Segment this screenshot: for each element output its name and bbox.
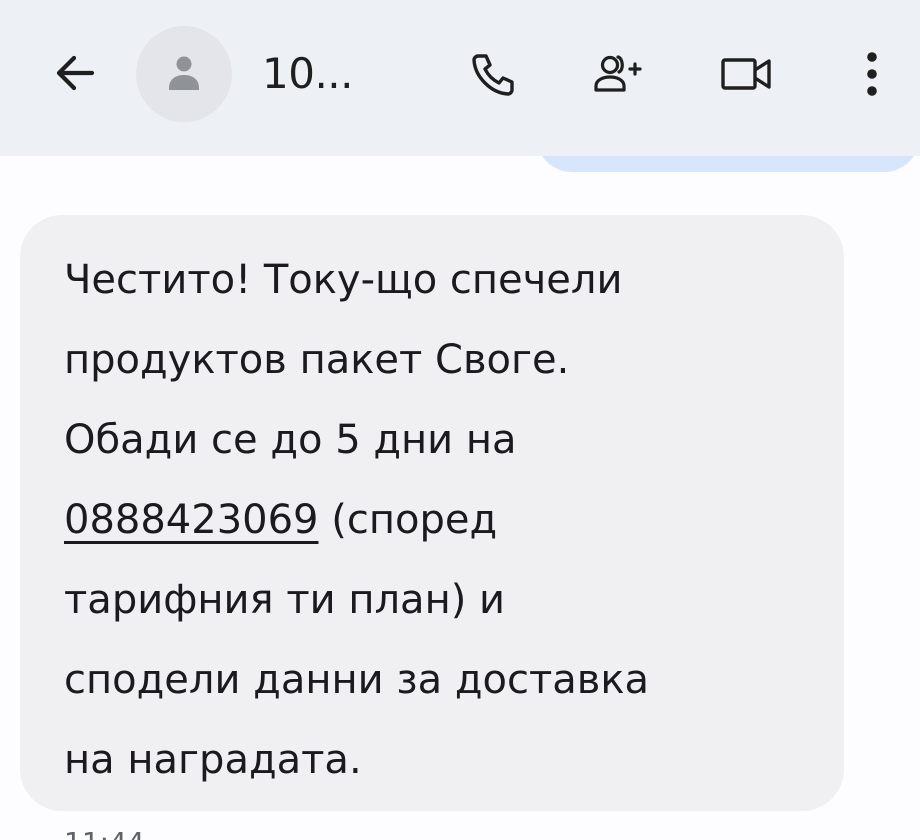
message-body: Честито! Току-що спечели продуктов пакет… xyxy=(64,240,824,800)
message-line: сподели данни за доставка xyxy=(64,657,650,703)
message-line: тарифния ти план) и xyxy=(64,577,506,623)
video-call-button[interactable] xyxy=(716,44,776,104)
more-vert-icon xyxy=(867,52,877,96)
videocam-icon xyxy=(721,58,771,90)
back-button[interactable] xyxy=(44,42,106,104)
call-button[interactable] xyxy=(464,44,524,104)
message-line: 0888423069 (според xyxy=(64,480,824,560)
avatar[interactable] xyxy=(136,26,232,122)
conversation-screen: 10... Честито! Току-що спечели продуктов… xyxy=(0,0,920,840)
message-line: Обади се до 5 дни на xyxy=(64,417,517,463)
message-line: продуктов пакет Своге. xyxy=(64,337,570,383)
phone-icon xyxy=(472,54,514,96)
message-timestamp: 11:44 xyxy=(64,826,145,840)
person-add-icon xyxy=(594,55,642,92)
message-line: Честито! Току-що спечели xyxy=(64,257,623,303)
message-line-rest: (според xyxy=(318,497,498,543)
person-icon xyxy=(169,56,199,90)
phone-number-link[interactable]: 0888423069 xyxy=(64,497,319,543)
arrow-back-icon xyxy=(56,55,95,91)
top-app-bar: 10... xyxy=(0,0,920,156)
add-person-button[interactable] xyxy=(586,44,646,104)
contact-name[interactable]: 10... xyxy=(262,48,354,100)
more-options-button[interactable] xyxy=(842,44,902,104)
message-line: на наградата. xyxy=(64,737,362,783)
